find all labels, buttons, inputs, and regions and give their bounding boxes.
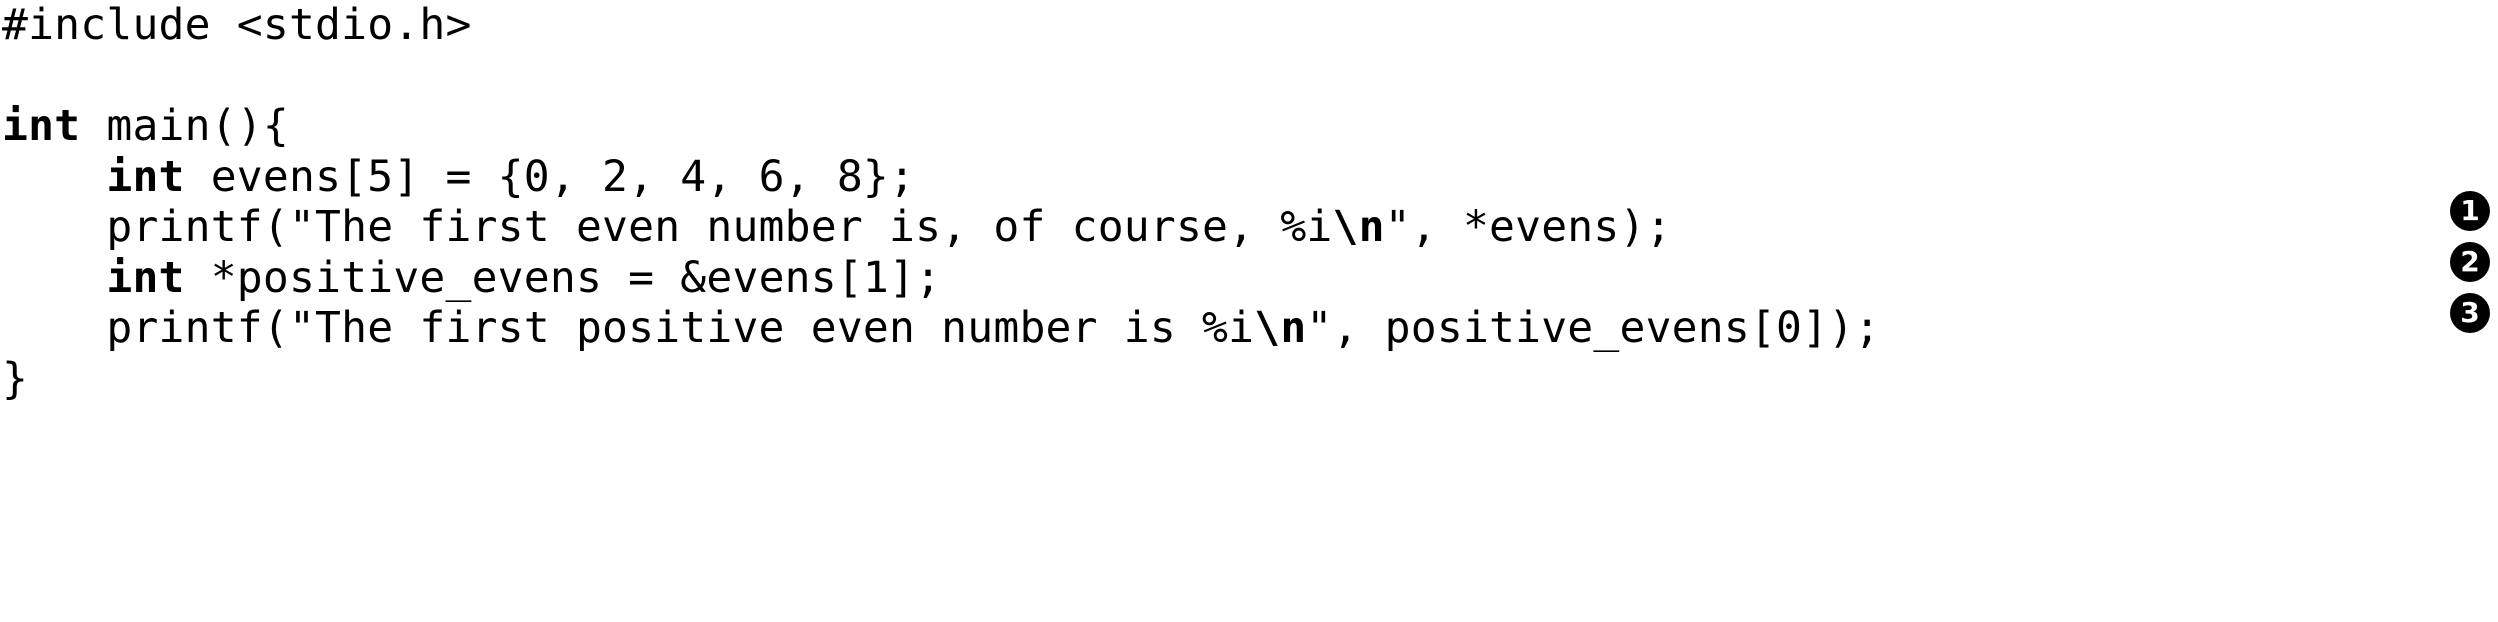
callout-badge-2: 2	[2450, 242, 2490, 282]
callout-badge-3: 3	[2450, 293, 2490, 333]
code-token: ", *evens);	[1384, 202, 1672, 252]
line-blank	[0, 51, 2498, 102]
code-token: #include <stdio.h>	[2, 0, 472, 50]
code-token: }	[2, 353, 29, 404]
code-token: main(){	[80, 101, 289, 151]
code-token: printf("The first even number is, of cou…	[2, 202, 1333, 252]
line-positive-evens-decl: int *positive_evens = &evens[1];	[0, 253, 2498, 304]
line-printf-first-positive: printf("The first positive even number i…	[0, 303, 2498, 354]
code-token: printf("The first positive even number i…	[2, 303, 1255, 353]
code-block: #include <stdio.h> int main(){ int evens[…	[0, 0, 2498, 404]
line-evens-decl: int evens[5] = {0, 2, 4, 6, 8};	[0, 152, 2498, 203]
code-token: *positive_evens = &evens[1];	[184, 252, 942, 303]
code-token: evens[5] = {0, 2, 4, 6, 8};	[184, 151, 916, 202]
line-main: int main(){	[0, 101, 2498, 152]
code-token-emphasis: int	[106, 151, 185, 202]
code-listing-page: #include <stdio.h> int main(){ int evens[…	[0, 0, 2498, 622]
code-token-emphasis: \n	[1332, 202, 1385, 252]
code-token: ", positive_evens[0]);	[1306, 303, 1881, 353]
line-include: #include <stdio.h>	[0, 0, 2498, 51]
code-token-emphasis: int	[2, 101, 81, 151]
code-token-emphasis: \n	[1254, 303, 1307, 353]
line-close-brace: }	[0, 354, 2498, 405]
callout-badge-1: 1	[2450, 191, 2490, 231]
code-token-emphasis: int	[106, 252, 185, 303]
line-printf-first-even: printf("The first even number is, of cou…	[0, 202, 2498, 253]
